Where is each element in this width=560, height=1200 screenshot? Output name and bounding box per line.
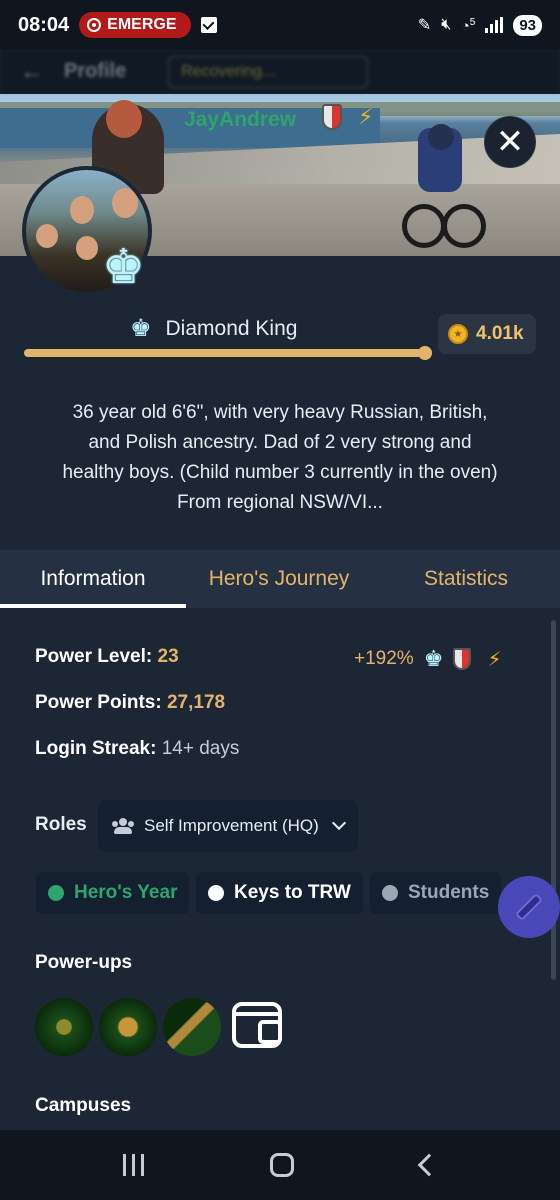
wifi-icon: ◔5: [461, 16, 476, 34]
wallet-icon[interactable]: [232, 1002, 282, 1048]
tab-information[interactable]: Information: [0, 550, 186, 608]
roles-selected: Self Improvement (HQ): [144, 816, 319, 835]
chess-king-icon: ♚: [130, 315, 152, 342]
powerup-hand-icon[interactable]: [35, 998, 93, 1056]
role-dot-icon: [382, 885, 398, 901]
login-streak-value: 14+ days: [161, 738, 240, 759]
power-points-value: 27,178: [166, 692, 226, 713]
avatar-face: [36, 224, 58, 248]
signal-icon: [485, 17, 504, 33]
status-time: 08:04: [18, 13, 70, 36]
campuses-heading: Campuses: [35, 1095, 132, 1116]
power-level-value: 23: [157, 646, 179, 667]
coins-value: 4.01k: [476, 323, 524, 344]
rank-name: Diamond King: [165, 316, 298, 340]
chess-king-icon: ♚: [102, 241, 146, 294]
information-panel: [0, 608, 560, 1130]
banner-child-helmet: [428, 124, 454, 150]
battery-indicator: 93: [513, 14, 542, 36]
bike-wheel: [442, 204, 486, 248]
tab-statistics[interactable]: Statistics: [372, 550, 560, 608]
pen-status-icon: ✎: [417, 17, 432, 34]
role-chip-students[interactable]: Students: [370, 872, 502, 914]
back-button[interactable]: [417, 1153, 441, 1177]
role-dot-icon: [48, 885, 64, 901]
powerups-heading: Power-ups: [35, 952, 133, 973]
role-chip-heros-year[interactable]: Hero's Year: [36, 872, 190, 914]
avatar-face: [112, 188, 138, 218]
powerup-hourglass-icon[interactable]: [99, 998, 157, 1056]
emergency-icon: [87, 18, 102, 32]
boost-value: +192%: [354, 648, 414, 669]
role-chip-label: Hero's Year: [74, 882, 178, 903]
username: JayAndrew: [184, 108, 297, 131]
status-bar: 08:04 EMERGE ✎ 🔇︎ ◔5 93: [0, 0, 560, 50]
lightning-badge-icon: ⚡: [487, 648, 502, 671]
profile-bio[interactable]: 36 year old 6'6", with very heavy Russia…: [60, 398, 500, 518]
power-boost: +192% ♚ ⚡: [354, 646, 501, 672]
rank-row: ♚ Diamond King: [130, 314, 297, 343]
chess-king-icon: ♚: [423, 646, 444, 671]
role-chip-label: Students: [408, 882, 490, 903]
group-icon: [112, 818, 134, 834]
background-header: ← Profile Recovering...: [0, 50, 560, 94]
login-streak-row: Login Streak: 14+ days: [35, 738, 240, 759]
avatar-face: [76, 236, 98, 260]
recovering-pill: Recovering...: [168, 56, 368, 88]
rank-progress-knob: [418, 346, 432, 360]
bike-wheel: [402, 204, 446, 248]
power-level-row: Power Level: 23: [35, 646, 179, 667]
close-icon: ✕: [495, 123, 525, 161]
banner-bike: [402, 180, 486, 250]
role-chip-keys-to-trw[interactable]: Keys to TRW: [196, 872, 363, 914]
roles-label: Roles: [35, 814, 87, 835]
pen-icon: [517, 895, 541, 919]
mute-icon: 🔇︎: [441, 16, 452, 33]
status-icons: ✎ 🔇︎ ◔5 93: [417, 14, 542, 36]
header-title: Profile: [64, 60, 127, 82]
back-arrow-icon: ←: [20, 58, 44, 85]
power-points-label: Power Points: [35, 692, 156, 713]
power-level-label: Power Level: [35, 646, 146, 667]
lightning-badge-icon: ⚡: [358, 104, 374, 129]
rank-progress-bar: [24, 346, 432, 360]
shield-badge-icon: [322, 104, 342, 130]
role-chip-label: Keys to TRW: [234, 882, 351, 903]
rank-progress-fill: [24, 349, 422, 357]
coins-badge[interactable]: ★ 4.01k: [438, 314, 536, 354]
chevron-down-icon: [331, 815, 347, 831]
close-button[interactable]: ✕: [484, 116, 536, 168]
banner-person-head: [106, 100, 142, 138]
power-points-row: Power Points: 27,178: [35, 692, 226, 713]
avatar-face: [70, 196, 94, 224]
network-type: 5: [469, 16, 476, 28]
profile-tabs: Information Hero's Journey Statistics: [0, 550, 560, 608]
emergency-badge[interactable]: EMERGE: [79, 12, 192, 38]
edit-fab-button[interactable]: [498, 876, 560, 938]
home-button[interactable]: [270, 1153, 295, 1177]
checkbox-notification-icon: [201, 17, 218, 33]
system-nav-bar: [0, 1130, 560, 1200]
emergency-label: EMERGE: [107, 16, 177, 33]
roles-dropdown[interactable]: Self Improvement (HQ): [98, 800, 358, 852]
powerup-sword-icon[interactable]: [163, 998, 221, 1056]
shield-badge-icon: [453, 648, 472, 670]
tab-heros-journey[interactable]: Hero's Journey: [186, 550, 372, 608]
coin-icon: ★: [448, 324, 468, 344]
recent-apps-button[interactable]: [123, 1154, 145, 1176]
login-streak-label: Login Streak: [35, 738, 151, 759]
role-dot-icon: [208, 885, 224, 901]
